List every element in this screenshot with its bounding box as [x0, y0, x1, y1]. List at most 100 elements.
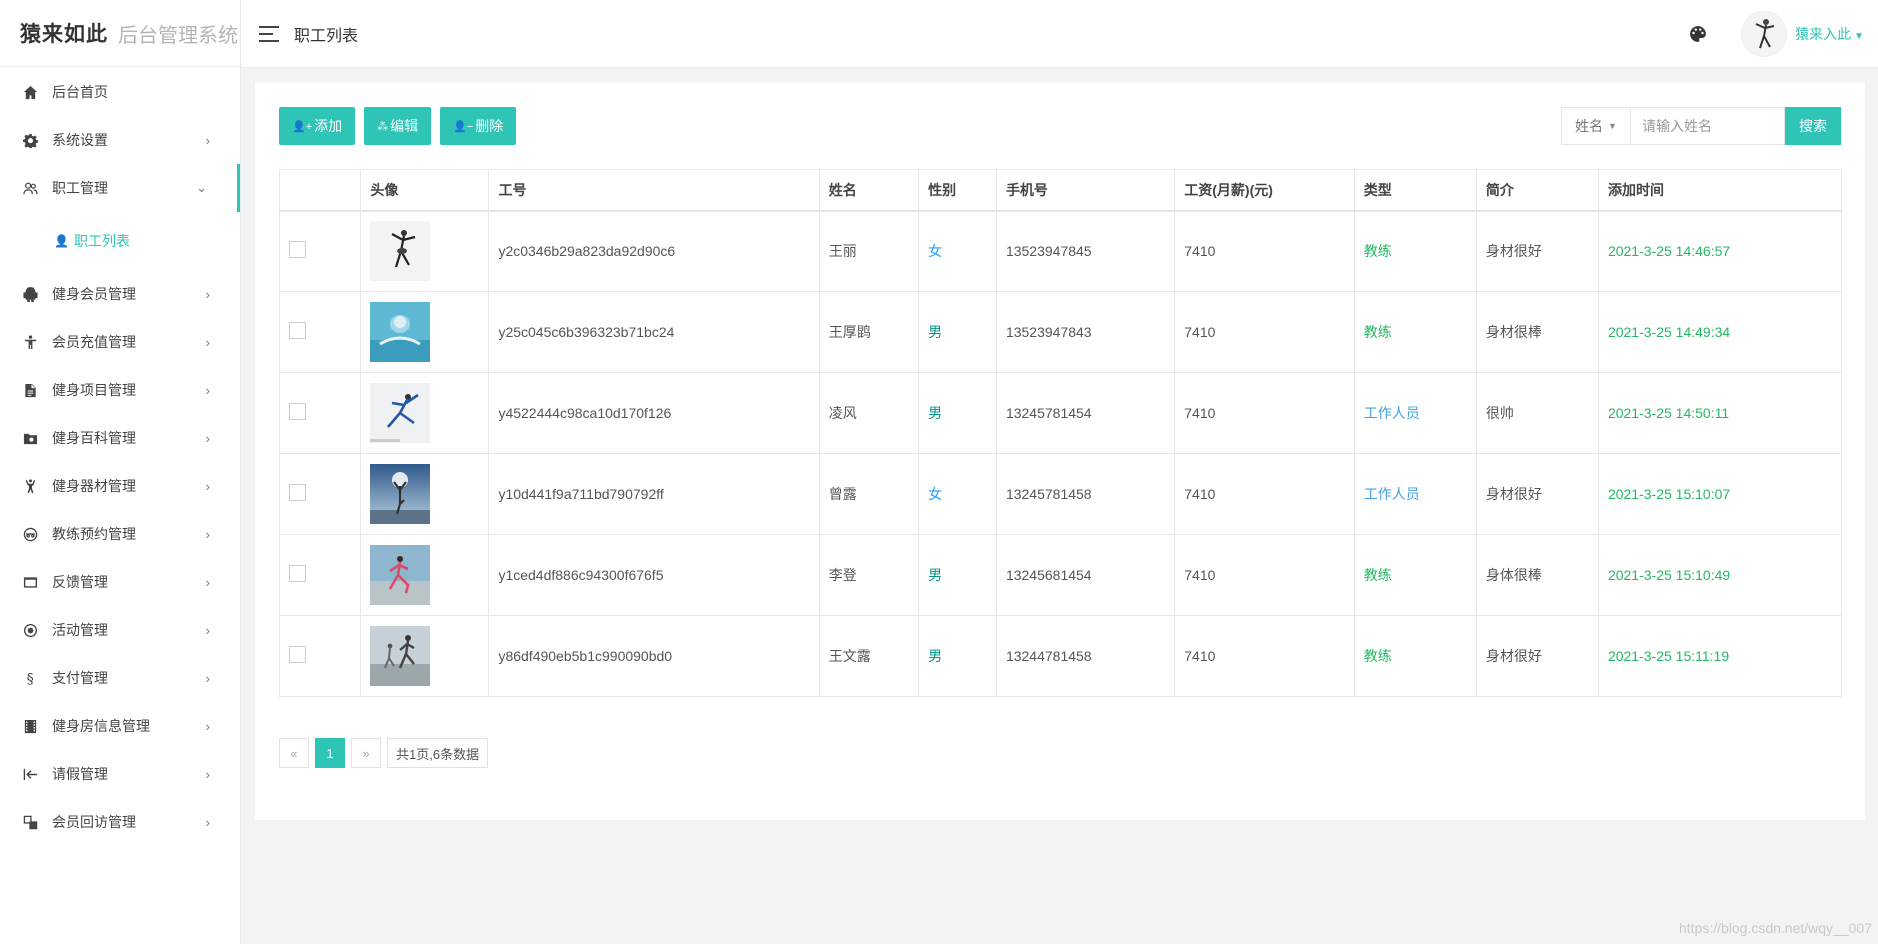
sidebar-item-0[interactable]: 后台首页: [0, 68, 240, 116]
avatar-thumbnail[interactable]: [370, 545, 431, 605]
employee-salary: 7410: [1174, 291, 1355, 373]
sidebar-item-14[interactable]: 会员回访管理 ›: [0, 798, 240, 846]
arrow-left-bar-icon: [22, 766, 38, 782]
sidebar-item-9[interactable]: 反馈管理 ›: [0, 558, 240, 606]
users-icon: [22, 180, 38, 196]
chevron-icon: ›: [205, 334, 210, 350]
row-checkbox[interactable]: [289, 484, 306, 501]
object-group-icon: [22, 814, 38, 830]
table-row[interactable]: y1ced4df886c94300f676f5 李登男 13245681454 741…: [278, 534, 1843, 616]
film-icon: [22, 718, 38, 734]
employee-gender: 女: [918, 210, 997, 292]
avatar-thumbnail[interactable]: [370, 383, 431, 443]
edit-button[interactable]: ⁂ 编辑: [364, 107, 432, 145]
sidebar-subitem-label: 职工列表: [73, 233, 130, 249]
sidebar-item-5[interactable]: 健身项目管理 ›: [0, 366, 240, 414]
table-row[interactable]: y10d441f9a711bd790792ff 曾露女 13245781458 741…: [278, 453, 1843, 535]
brand-subtitle: 后台管理系统: [118, 24, 238, 47]
sidebar-menu: 后台首页 系统设置 › 职工管理 ⌄ 👤 职工列表 健身会员管理 › 会员充值管理 › 健身项目管理 ›…: [0, 67, 240, 846]
sidebar-item-label: 活动管理: [52, 622, 108, 638]
sidebar-item-label: 健身会员管理: [52, 286, 136, 302]
row-checkbox[interactable]: [289, 241, 306, 259]
employee-intro: 身体很棒: [1475, 534, 1599, 616]
employee-salary: 7410: [1174, 210, 1355, 292]
sidebar-item-11[interactable]: § 支付管理 ›: [0, 654, 240, 702]
search-input[interactable]: [1630, 107, 1785, 145]
prev-page-button[interactable]: «: [279, 738, 309, 768]
employee-type: 教练: [1353, 291, 1477, 373]
employee-name: 王厚鹍: [818, 291, 920, 373]
table-row[interactable]: y4522444c98ca10d170f126 凌风男 13245781454 741…: [278, 372, 1843, 454]
employee-id: y1ced4df886c94300f676f5: [488, 534, 820, 616]
search-bar: 姓名▼ 搜索: [1561, 107, 1841, 145]
row-checkbox[interactable]: [289, 403, 306, 420]
sidebar-item-12[interactable]: 健身房信息管理 ›: [0, 702, 240, 750]
search-field-select[interactable]: 姓名 ▼: [1561, 107, 1630, 145]
palette-icon[interactable]: [1689, 25, 1707, 43]
avatar-thumbnail[interactable]: [370, 221, 431, 282]
employee-phone: 13523947845: [995, 210, 1176, 292]
delete-button[interactable]: 👤− 删除: [440, 107, 517, 145]
employee-intro: 身材很棒: [1475, 291, 1599, 373]
row-checkbox[interactable]: [289, 565, 306, 582]
employee-id: y4522444c98ca10d170f126: [488, 372, 820, 454]
table-row[interactable]: y25c045c6b396323b71bc24 王厚鹍男 13523947843 74…: [278, 291, 1843, 373]
sidebar-subitem-staff-list[interactable]: 👤 职工列表: [0, 212, 240, 270]
sidebar-item-10[interactable]: 活动管理 ›: [0, 606, 240, 654]
caret-down-icon: ▼: [1608, 121, 1617, 131]
menu-toggle-icon[interactable]: [259, 25, 279, 42]
table-row[interactable]: y2c0346b29a823da92d90c6 王丽女 13523947845 741…: [278, 210, 1843, 292]
employee-name: 王文露: [818, 615, 920, 697]
employee-salary: 7410: [1174, 534, 1355, 616]
search-button[interactable]: 搜索: [1785, 107, 1841, 145]
employee-intro: 身材很好: [1475, 210, 1599, 292]
employee-gender: 男: [918, 372, 997, 454]
employee-gender: 男: [918, 291, 997, 373]
sidebar-item-13[interactable]: 请假管理 ›: [0, 750, 240, 798]
sidebar-item-label: 健身器材管理: [52, 478, 136, 494]
sidebar-item-3[interactable]: 健身会员管理 ›: [0, 270, 240, 318]
sidebar-item-7[interactable]: 健身器材管理 ›: [0, 462, 240, 510]
user-menu[interactable]: 猿来入此 ▼: [1795, 24, 1864, 44]
employee-added-time: 2021-3-25 14:50:11: [1597, 372, 1843, 454]
sidebar-item-6[interactable]: 健身百科管理 ›: [0, 414, 240, 462]
column-header: [278, 169, 362, 212]
employee-phone: 13245781454: [995, 372, 1176, 454]
sidebar-item-1[interactable]: 系统设置 ›: [0, 116, 240, 164]
sidebar-item-8[interactable]: 教练预约管理 ›: [0, 510, 240, 558]
top-header: 职工列表 猿来入此 ▼: [241, 0, 1878, 68]
row-checkbox[interactable]: [289, 322, 306, 339]
employee-phone: 13523947843: [995, 291, 1176, 373]
target-icon: [22, 622, 38, 638]
next-page-button[interactable]: »: [351, 738, 381, 768]
page-1-button[interactable]: 1: [315, 738, 345, 768]
brand-name: 猿来如此: [20, 21, 108, 46]
column-header: 手机号: [995, 169, 1176, 212]
employee-gender: 男: [918, 534, 997, 616]
employee-added-time: 2021-3-25 14:49:34: [1597, 291, 1843, 373]
folder-icon: [22, 430, 38, 446]
sidebar-item-label: 职工管理: [52, 180, 108, 196]
chevron-icon: ›: [205, 622, 210, 638]
employee-phone: 13244781458: [995, 615, 1176, 697]
home-icon: [22, 84, 38, 100]
row-checkbox[interactable]: [289, 646, 306, 663]
employee-intro: 身材很好: [1475, 453, 1599, 535]
avatar-thumbnail[interactable]: [370, 464, 431, 524]
employee-phone: 13245681454: [995, 534, 1176, 616]
chevron-icon: ›: [205, 670, 210, 686]
section-icon: §: [22, 670, 38, 686]
user-avatar[interactable]: [1741, 10, 1788, 57]
table-row[interactable]: y86df490eb5b1c990090bd0 王文露男 13244781458 74…: [278, 615, 1843, 697]
sidebar-item-2[interactable]: 职工管理 ⌄: [0, 164, 240, 212]
employee-type: 教练: [1353, 534, 1477, 616]
sidebar-item-label: 健身房信息管理: [52, 718, 150, 734]
chevron-icon: ›: [205, 814, 210, 830]
employee-id: y2c0346b29a823da92d90c6: [488, 210, 820, 292]
sidebar-item-4[interactable]: 会员充值管理 ›: [0, 318, 240, 366]
add-button[interactable]: 👤+ 添加: [279, 107, 356, 145]
pagination-info: 共1页,6条数据: [387, 738, 489, 768]
avatar-thumbnail[interactable]: [370, 302, 431, 362]
avatar-thumbnail[interactable]: [370, 626, 431, 686]
employee-intro: 很帅: [1475, 372, 1599, 454]
